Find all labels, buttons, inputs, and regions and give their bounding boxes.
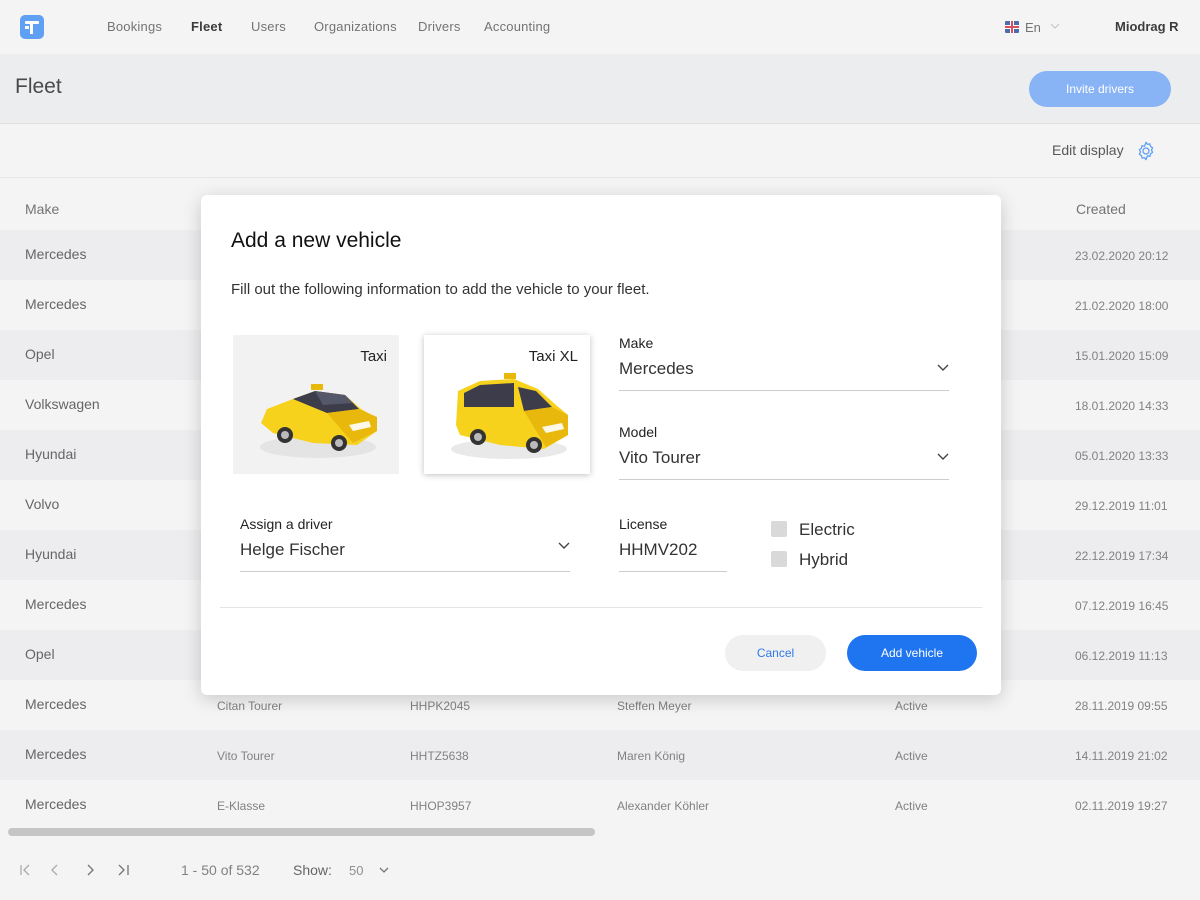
add-vehicle-button[interactable]: Add vehicle (847, 635, 977, 671)
driver-value: Helge Fischer (240, 540, 345, 559)
cancel-button[interactable]: Cancel (725, 635, 826, 671)
make-label: Make (619, 335, 654, 351)
dialog-title: Add a new vehicle (231, 229, 402, 252)
model-value: Vito Tourer (619, 448, 701, 467)
taxi-car-icon (260, 384, 377, 458)
assign-driver-select[interactable]: Assign a driver Helge Fischer (240, 516, 570, 572)
license-input[interactable]: License HHMV202 (619, 516, 727, 572)
vehicle-type-taxi-xl[interactable]: Taxi XL (424, 335, 590, 474)
vehicle-type-taxi[interactable]: Taxi (233, 335, 399, 474)
electric-checkbox[interactable] (771, 521, 787, 537)
dialog-description: Fill out the following information to ad… (231, 281, 650, 298)
electric-label: Electric (799, 520, 855, 539)
license-label: License (619, 516, 668, 532)
add-vehicle-dialog: Add a new vehicle Fill out the following… (201, 195, 1001, 695)
license-value: HHMV202 (619, 540, 698, 559)
model-select[interactable]: Model Vito Tourer (619, 424, 949, 480)
van-taxi-icon (451, 373, 568, 459)
make-select[interactable]: Make Mercedes (619, 335, 949, 391)
dialog-divider (220, 607, 982, 608)
model-label: Model (619, 424, 658, 440)
chevron-down-icon (937, 453, 949, 460)
hybrid-label: Hybrid (799, 550, 849, 569)
chevron-down-icon (558, 542, 570, 549)
chevron-down-icon (937, 364, 949, 371)
hybrid-checkbox[interactable] (771, 551, 787, 567)
driver-label: Assign a driver (240, 516, 333, 532)
make-value: Mercedes (619, 359, 694, 378)
vehicle-type-label: Taxi (360, 348, 387, 365)
vehicle-type-label: Taxi XL (528, 348, 578, 365)
